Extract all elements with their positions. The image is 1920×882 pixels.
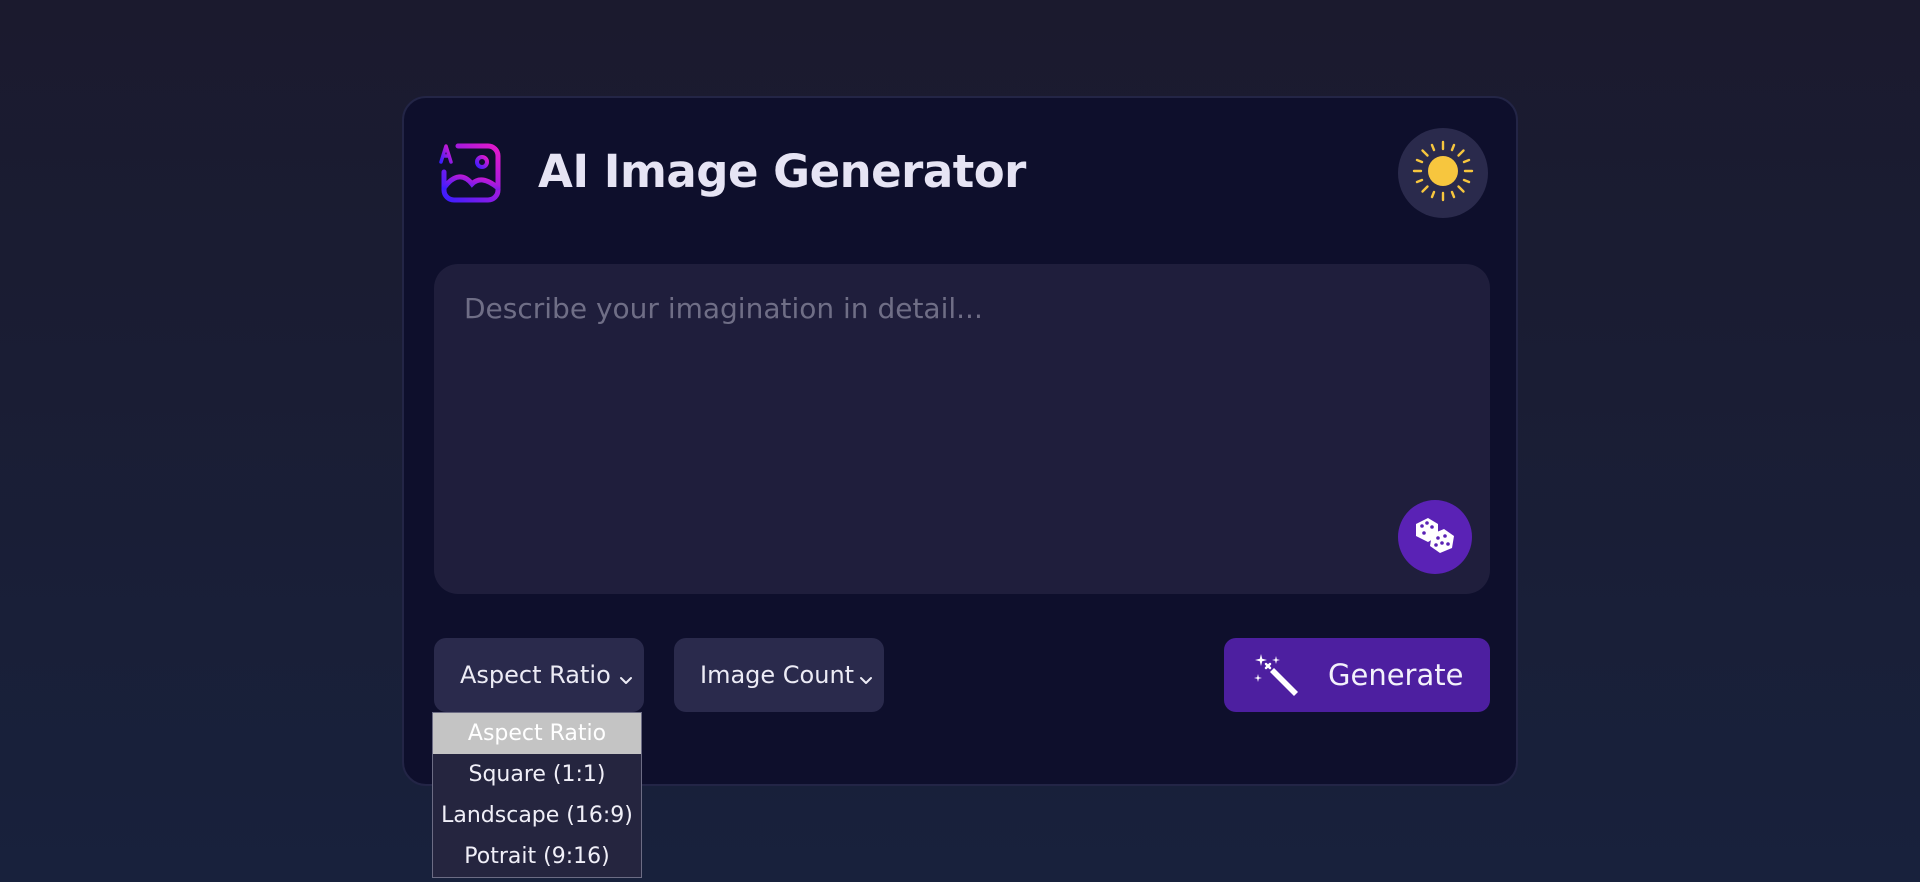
- sun-icon: [1411, 139, 1475, 207]
- dice-icon: [1412, 512, 1458, 562]
- aspect-ratio-selected: Aspect Ratio: [460, 661, 611, 689]
- image-count-select[interactable]: Image Count: [674, 638, 884, 712]
- generator-card: AI Image Generator Describe your imagina…: [402, 96, 1518, 786]
- aspect-ratio-option[interactable]: Aspect Ratio: [433, 713, 641, 754]
- random-prompt-button[interactable]: [1398, 500, 1472, 574]
- theme-toggle-button[interactable]: [1398, 128, 1488, 218]
- generate-button[interactable]: Generate: [1224, 638, 1490, 712]
- aspect-ratio-option[interactable]: Square (1:1): [433, 754, 641, 795]
- aspect-ratio-option[interactable]: Potrait (9:16): [433, 836, 641, 877]
- generate-label: Generate: [1328, 658, 1464, 692]
- aspect-ratio-option[interactable]: Landscape (16:9): [433, 795, 641, 836]
- aspect-ratio-dropdown: Aspect Ratio Square (1:1) Landscape (16:…: [432, 712, 642, 878]
- aspect-ratio-select[interactable]: Aspect Ratio: [434, 638, 644, 712]
- magic-wand-icon: [1252, 652, 1300, 700]
- chevron-down-icon: [858, 666, 874, 684]
- chevron-down-icon: [618, 666, 634, 684]
- image-count-selected: Image Count: [700, 661, 855, 689]
- prompt-input[interactable]: [434, 264, 1490, 594]
- ai-image-logo-icon: [438, 140, 504, 206]
- header: AI Image Generator: [404, 98, 1516, 248]
- page-title: AI Image Generator: [538, 145, 1026, 198]
- prompt-container: [434, 264, 1490, 594]
